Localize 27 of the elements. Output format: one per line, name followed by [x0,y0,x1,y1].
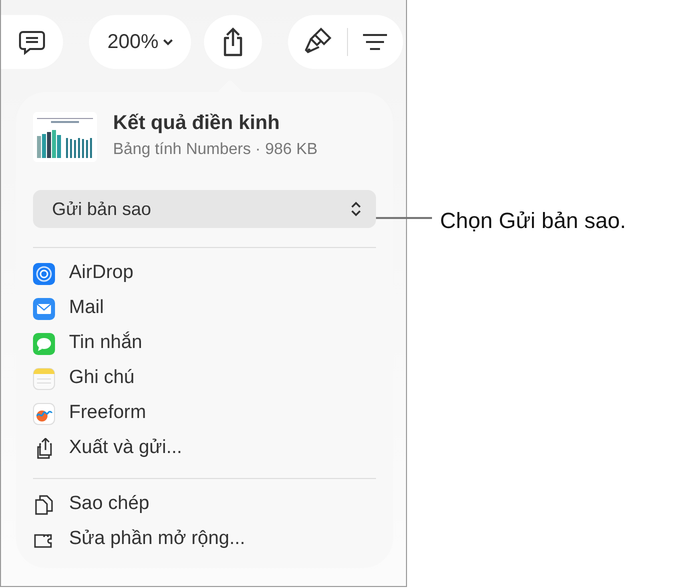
comment-icon [18,29,46,55]
share-option[interactable]: AirDrop [33,256,376,291]
up-down-chevron-icon [350,200,362,218]
comment-button[interactable] [1,15,63,69]
send-dropdown[interactable]: Gửi bản sao [33,190,376,228]
copy-icon [33,494,55,516]
scribble-icon [33,402,55,424]
share-option[interactable]: Sửa phần mở rộng... [33,522,376,557]
mail-icon [33,298,55,320]
share-option[interactable]: Tin nhắn [33,326,376,361]
share-option[interactable]: Freeform [33,396,376,431]
menu-icon [362,33,388,51]
share-option[interactable]: Sao chép [33,487,376,522]
document-thumbnail [33,112,97,162]
share-option[interactable]: Xuất và gửi... [33,431,376,466]
airdrop-icon [33,262,55,284]
speech-bubble-icon [33,332,55,354]
file-subtitle: Bảng tính Numbers · 986 KB [113,140,318,160]
share-option[interactable]: Mail [33,291,376,326]
callout-text: Chọn Gửi bản sao. [440,207,626,235]
zoom-button[interactable]: 200% [89,15,191,69]
notepad-icon [33,368,55,390]
share-option[interactable]: Ghi chú [33,361,376,396]
share-icon [221,27,245,57]
chevron-down-icon [162,38,173,46]
leader-line [376,217,432,219]
file-title: Kết quả điền kinh [113,112,281,134]
